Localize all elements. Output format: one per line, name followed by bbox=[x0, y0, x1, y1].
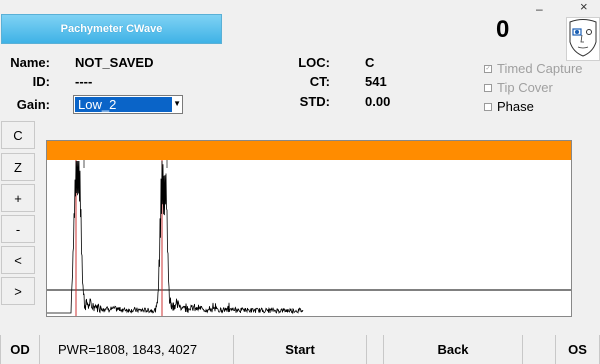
checkbox-checked-icon: ✓ bbox=[484, 64, 492, 73]
measurement-counter: 0 bbox=[496, 16, 510, 43]
shift-left-button[interactable]: < bbox=[1, 246, 35, 274]
timed-capture-label: Timed Capture bbox=[497, 61, 583, 76]
eye-os-button[interactable]: OS bbox=[555, 335, 600, 364]
std-value: 0.00 bbox=[365, 94, 391, 109]
loc-label: LOC: bbox=[298, 55, 330, 70]
phase-checkbox[interactable]: Phase bbox=[484, 99, 534, 114]
zoom-in-button[interactable]: + bbox=[1, 184, 35, 212]
eye-od-button[interactable]: OD bbox=[0, 335, 40, 364]
id-value: ---- bbox=[75, 74, 93, 89]
back-button[interactable]: Back bbox=[383, 335, 523, 364]
gain-label: Gain: bbox=[16, 97, 50, 112]
app-title-button[interactable]: Pachymeter CWave bbox=[1, 14, 222, 44]
side-button-c[interactable]: C bbox=[1, 121, 35, 149]
waveform-plot bbox=[46, 140, 572, 317]
side-button-z[interactable]: Z bbox=[1, 153, 35, 181]
minimize-button[interactable]: – bbox=[536, 2, 543, 16]
gain-selected-value: Low_2 bbox=[75, 97, 172, 112]
shift-right-button[interactable]: > bbox=[1, 277, 35, 305]
zoom-out-button[interactable]: - bbox=[1, 215, 35, 243]
checkbox-empty-icon bbox=[484, 102, 492, 111]
tip-cover-label: Tip Cover bbox=[497, 80, 553, 95]
name-value: NOT_SAVED bbox=[75, 55, 154, 70]
phase-label: Phase bbox=[497, 99, 534, 114]
start-button[interactable]: Start bbox=[233, 335, 367, 364]
close-button[interactable]: × bbox=[580, 0, 588, 14]
gain-select[interactable]: Low_2 ▼ bbox=[73, 95, 183, 114]
id-label: ID: bbox=[32, 74, 50, 89]
tip-cover-checkbox[interactable]: Tip Cover bbox=[484, 80, 553, 95]
ct-value: 541 bbox=[365, 74, 387, 89]
waveform-trace bbox=[47, 160, 571, 316]
checkbox-empty-icon bbox=[484, 83, 492, 92]
ct-label: CT: bbox=[309, 74, 330, 89]
timed-capture-checkbox[interactable]: ✓ Timed Capture bbox=[484, 61, 583, 76]
chevron-down-icon[interactable]: ▼ bbox=[173, 99, 181, 108]
std-label: STD: bbox=[299, 94, 330, 109]
face-orientation-icon bbox=[566, 17, 600, 61]
power-readout: PWR=1808, 1843, 4027 bbox=[58, 342, 198, 357]
name-label: Name: bbox=[10, 55, 50, 70]
loc-value: C bbox=[365, 55, 375, 70]
